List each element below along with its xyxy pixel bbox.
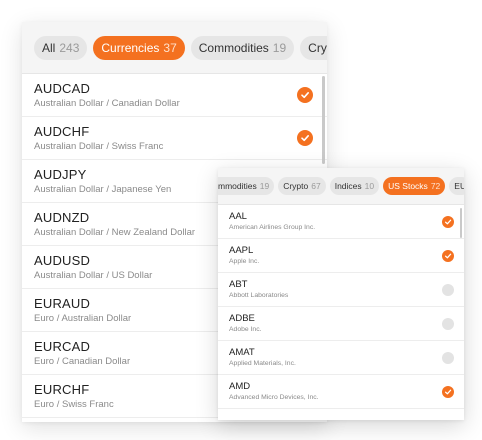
instrument-name: Adobe Inc. xyxy=(229,326,262,333)
instrument-symbol: AMD xyxy=(229,381,251,392)
instrument-name: Abbott Laboratories xyxy=(229,292,289,299)
tab-count: 19 xyxy=(259,181,270,191)
tab-commodities[interactable]: mmodities 19 xyxy=(218,177,275,195)
instrument-symbol: AAL xyxy=(229,211,247,222)
instrument-name: Australian Dollar / Canadian Dollar xyxy=(34,98,180,109)
list-item[interactable]: AUDCHF Australian Dollar / Swiss Franc xyxy=(22,117,327,160)
tab-label: EU xyxy=(454,181,464,191)
tab-commodities[interactable]: Commodities 19 xyxy=(190,35,295,60)
tab-label: Indices xyxy=(334,181,362,191)
instrument-symbol: AAPL xyxy=(229,245,254,256)
list-item[interactable]: AUDCAD Australian Dollar / Canadian Doll… xyxy=(22,74,327,117)
instrument-name: Applied Materials, Inc. xyxy=(229,360,296,367)
instrument-name: Australian Dollar / Swiss Franc xyxy=(34,141,164,152)
unchecked-circle-icon[interactable] xyxy=(442,284,454,296)
list-item[interactable]: ABT Abbott Laboratories xyxy=(218,273,464,307)
instrument-list: AAL American Airlines Group Inc. AAPL Ap… xyxy=(218,205,464,409)
instrument-symbol: ADBE xyxy=(229,313,255,324)
tab-label: Commodities xyxy=(198,40,269,55)
tab-indices[interactable]: Indices 10 xyxy=(329,177,380,195)
checkmark-icon[interactable] xyxy=(297,87,313,103)
tab-currencies[interactable]: Currencies 37 xyxy=(93,35,185,60)
tab-count: 67 xyxy=(311,181,321,191)
instrument-symbol: AUDCAD xyxy=(34,81,91,96)
checkmark-icon[interactable] xyxy=(297,130,313,146)
checkmark-icon[interactable] xyxy=(442,250,454,262)
scrollbar[interactable] xyxy=(459,208,462,238)
instrument-name: Apple Inc. xyxy=(229,258,260,265)
list-item[interactable]: ADBE Adobe Inc. xyxy=(218,307,464,341)
tab-crypto[interactable]: Crypto67 xyxy=(278,177,326,195)
stocks-panel: mmodities 19 Crypto 67 Indices 10 US Stocks… xyxy=(218,168,464,420)
instrument-symbol: AUDCHF xyxy=(34,124,90,139)
tab-count: 10 xyxy=(364,181,375,191)
instrument-symbol: ABT xyxy=(229,279,248,290)
tab-label: Crypto xyxy=(283,181,309,191)
tab-all[interactable]: All 243 xyxy=(34,35,88,60)
instrument-name: Advanced Micro Devices, Inc. xyxy=(229,394,319,401)
tab-eu[interactable]: EU xyxy=(449,177,464,195)
tab-label: Currencies xyxy=(101,40,160,55)
unchecked-circle-icon[interactable] xyxy=(442,352,454,364)
list-item[interactable]: AMAT Applied Materials, Inc. xyxy=(218,341,464,375)
list-item[interactable]: AAPL Apple Inc. xyxy=(218,239,464,273)
category-tabs: mmodities 19 Crypto 67 Indices 10 US Stocks… xyxy=(218,168,464,205)
tab-label: mmodities xyxy=(218,181,257,191)
list-item[interactable]: AMD Advanced Micro Devices, Inc. xyxy=(218,375,464,409)
checkmark-icon[interactable] xyxy=(442,216,454,228)
instrument-symbol: AMAT xyxy=(229,347,255,358)
list-item[interactable]: AAL American Airlines Group Inc. xyxy=(218,205,464,239)
category-tabs: All243 Currencies37 Commodities19 Crypto… xyxy=(22,22,327,74)
tab-count: 37 xyxy=(163,40,177,55)
unchecked-circle-icon[interactable] xyxy=(442,318,454,330)
tab-count: 243 xyxy=(59,40,80,55)
tab-label: US Stocks xyxy=(388,181,428,191)
tab-crypto[interactable]: Crypto67 xyxy=(300,35,327,60)
tab-count: 19 xyxy=(272,40,287,55)
scrollbar[interactable] xyxy=(322,76,325,164)
tab-count: 72 xyxy=(430,181,441,191)
instrument-name: American Airlines Group Inc. xyxy=(229,224,316,231)
tab-label: All xyxy=(42,40,56,55)
checkmark-icon[interactable] xyxy=(442,386,454,398)
tab-us-stocks[interactable]: US Stocks 72 xyxy=(383,177,446,195)
tab-label: Crypto xyxy=(308,40,327,55)
